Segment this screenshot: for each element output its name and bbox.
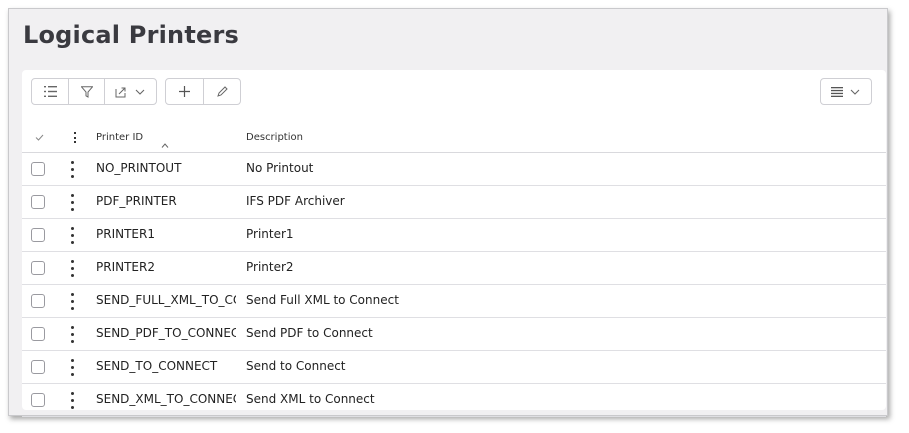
row-menu-kebab-icon[interactable] xyxy=(69,194,75,211)
add-icon xyxy=(179,86,190,97)
edit-button[interactable] xyxy=(203,79,240,104)
row-checkbox[interactable] xyxy=(31,228,45,242)
row-checkbox[interactable] xyxy=(31,294,45,308)
row-menu-kebab-icon[interactable] xyxy=(69,293,75,310)
column-header-description[interactable]: Description xyxy=(246,132,303,143)
cell-printer-id: PDF_PRINTER xyxy=(96,194,177,208)
cell-description: Printer2 xyxy=(246,260,294,274)
row-checkbox[interactable] xyxy=(31,162,45,176)
cell-description: Send XML to Connect xyxy=(246,392,375,406)
window-frame: Logical Printers Printer ID Description … xyxy=(8,8,888,417)
toolbar-group-edit xyxy=(165,78,241,105)
table-row[interactable]: SEND_FULL_XML_TO_CONNECT Send Full XML to… xyxy=(22,285,886,318)
add-button[interactable] xyxy=(166,79,203,104)
grid-panel: Printer ID Description NO_PRINTOUT No Pri… xyxy=(22,70,886,417)
row-menu-kebab-icon[interactable] xyxy=(69,227,75,244)
row-checkbox[interactable] xyxy=(31,360,45,374)
column-header-printer-id[interactable]: Printer ID xyxy=(96,132,143,143)
chevron-down-icon xyxy=(850,89,860,95)
cell-printer-id: PRINTER1 xyxy=(96,227,155,241)
cell-description: IFS PDF Archiver xyxy=(246,194,345,208)
cell-description: Printer1 xyxy=(246,227,294,241)
table-settings-icon xyxy=(831,86,843,97)
toolbar-group-view xyxy=(31,78,157,105)
row-checkbox[interactable] xyxy=(31,327,45,341)
table-settings-button[interactable] xyxy=(820,78,872,105)
sort-ascending-icon[interactable] xyxy=(161,143,169,148)
select-all-checkmark-icon[interactable] xyxy=(35,134,44,141)
row-menu-kebab-icon[interactable] xyxy=(69,392,75,409)
cell-printer-id: SEND_XML_TO_CONNECT xyxy=(96,392,236,406)
table-row[interactable]: PRINTER2 Printer2 xyxy=(22,252,886,285)
list-view-button[interactable] xyxy=(32,79,68,104)
chevron-down-icon xyxy=(135,89,144,95)
table-row[interactable]: SEND_XML_TO_CONNECT Send XML to Connect xyxy=(22,384,886,417)
table-row[interactable]: SEND_PDF_TO_CONNECT Send PDF to Connect xyxy=(22,318,886,351)
list-icon xyxy=(43,86,57,97)
table-row[interactable]: PRINTER1 Printer1 xyxy=(22,219,886,252)
cell-printer-id: SEND_PDF_TO_CONNECT xyxy=(96,326,236,340)
grid-header: Printer ID Description xyxy=(22,120,886,153)
row-menu-kebab-icon[interactable] xyxy=(69,326,75,343)
row-menu-kebab-icon[interactable] xyxy=(69,161,75,178)
row-checkbox[interactable] xyxy=(31,393,45,407)
cell-description: Send to Connect xyxy=(246,359,346,373)
cell-description: No Printout xyxy=(246,161,314,175)
cell-printer-id: SEND_TO_CONNECT xyxy=(96,359,218,373)
row-menu-kebab-icon[interactable] xyxy=(69,260,75,277)
cell-description: Send Full XML to Connect xyxy=(246,293,399,307)
filter-icon xyxy=(80,85,93,98)
grid-toolbar xyxy=(31,78,241,106)
export-button[interactable] xyxy=(104,79,156,104)
row-checkbox[interactable] xyxy=(31,261,45,275)
page-title: Logical Printers xyxy=(23,21,240,49)
cell-printer-id: PRINTER2 xyxy=(96,260,155,274)
row-checkbox[interactable] xyxy=(31,195,45,209)
cell-printer-id: NO_PRINTOUT xyxy=(96,161,182,175)
filter-button[interactable] xyxy=(68,79,104,104)
header-kebab-icon[interactable] xyxy=(74,132,77,143)
row-menu-kebab-icon[interactable] xyxy=(69,359,75,376)
table-row[interactable]: PDF_PRINTER IFS PDF Archiver xyxy=(22,186,886,219)
cell-description: Send PDF to Connect xyxy=(246,326,373,340)
table-row[interactable]: SEND_TO_CONNECT Send to Connect xyxy=(22,351,886,384)
cell-printer-id: SEND_FULL_XML_TO_CONNECT xyxy=(96,293,236,307)
edit-icon xyxy=(217,85,228,97)
table-row[interactable]: NO_PRINTOUT No Printout xyxy=(22,153,886,186)
export-icon xyxy=(115,87,125,97)
